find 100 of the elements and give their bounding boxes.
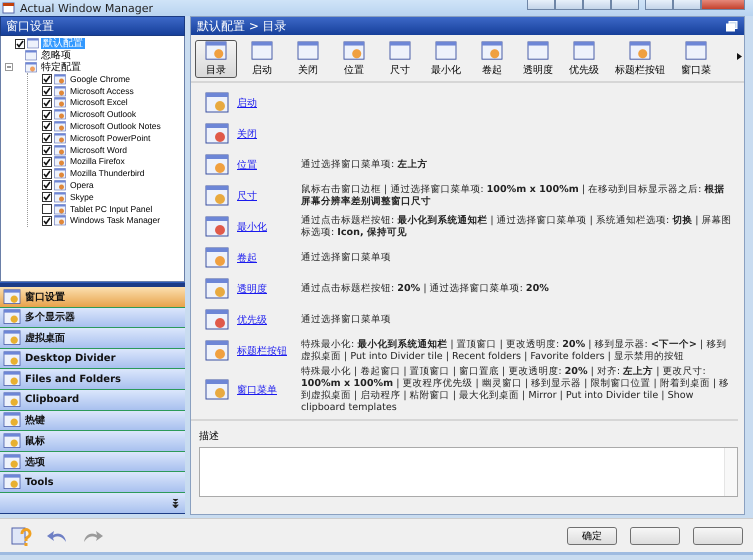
window-icon [481, 41, 503, 61]
window-icon [205, 41, 227, 61]
entry-link[interactable]: 卷起 [237, 250, 301, 264]
nav-item[interactable]: 鼠标 [0, 431, 185, 452]
entry-link[interactable]: 窗口菜单 [237, 383, 301, 397]
tree-item[interactable]: Microsoft Outlook [68, 109, 138, 120]
checkbox[interactable] [42, 192, 52, 202]
checkbox[interactable] [42, 74, 52, 84]
entry-description: 鼠标右击窗口边框 | 通过选择窗口菜单项: 100%m x 100%m | 在移动到目标显示器之后: 根据屏幕分辨率差别调整窗口尺寸 [301, 184, 726, 208]
entry-link[interactable]: 尺寸 [237, 188, 301, 202]
toolbar-button[interactable]: 最小化 [425, 40, 467, 78]
entry-description: 特殊最小化 | 卷起窗口 | 置顶窗口 | 窗口置底 | 更改透明度: 20% | 对齐: 左上方 | 更改尺寸: 100%m x 100%m | 更改程序优先级 | 幽灵窗口 | 移到显示器 | 限制窗口位置 | 附着到桌面 | 移到虚拟桌面 | 启动程序 | 粘附窗口 | 最大化到桌面 | Mirror | Put into Divider tile | Show clipboard templates [301, 366, 730, 414]
title-bar-button[interactable] [611, 0, 639, 10]
entry-description: 通过选择窗口菜单项 [301, 252, 392, 264]
entry-link[interactable]: 透明度 [237, 282, 301, 296]
window-icon [54, 204, 66, 215]
toolbar-button[interactable]: 目录 [195, 40, 237, 78]
tree-item[interactable]: Microsoft PowerPoint [68, 132, 152, 144]
nav-item[interactable]: 虚拟桌面 [0, 328, 185, 349]
checkbox[interactable] [42, 121, 52, 132]
scroll-right-icon[interactable] [737, 53, 742, 60]
toolbar-button[interactable]: 位置 [333, 40, 375, 78]
toolbar-button[interactable]: 优先级 [563, 40, 605, 78]
checkbox[interactable] [42, 110, 52, 120]
window-icon [205, 379, 229, 401]
minimize-button[interactable] [645, 0, 673, 10]
window-icon [629, 41, 651, 61]
toolbar-button[interactable]: 尺寸 [379, 40, 421, 78]
checkbox[interactable] [42, 86, 52, 96]
window-icon [54, 156, 66, 168]
help-icon[interactable] [10, 524, 32, 546]
window-icon [54, 120, 66, 132]
nav-item[interactable]: Clipboard [0, 390, 185, 411]
entry-link[interactable]: 关闭 [237, 126, 301, 140]
toolbar-button[interactable]: 关闭 [287, 40, 329, 78]
nav-item[interactable]: Desktop Divider [0, 348, 185, 370]
entry-description: 通过选择窗口菜单项 [301, 314, 392, 326]
chevron-down-icon[interactable] [172, 498, 179, 508]
nav-item[interactable]: 选项 [0, 452, 185, 472]
tree-item[interactable]: 忽略项 [39, 50, 73, 62]
checkbox[interactable] [42, 145, 52, 156]
tree-item[interactable]: Microsoft Access [68, 86, 136, 97]
checkbox[interactable] [15, 38, 25, 49]
title-bar-button[interactable] [583, 0, 611, 10]
window-icon [25, 50, 37, 62]
entry-link[interactable]: 位置 [237, 158, 301, 172]
nav-item[interactable]: 多个显示器 [0, 308, 185, 328]
toolbar-button[interactable]: 透明度 [517, 40, 559, 78]
checkbox[interactable] [42, 98, 52, 108]
toolbar-button[interactable]: 窗口菜 [675, 40, 717, 78]
tree-item[interactable]: Microsoft Excel [68, 97, 130, 108]
tree-item[interactable]: Mozilla Firefox [68, 156, 127, 168]
breadcrumb: 默认配置 > 目录 [197, 18, 287, 34]
windows-icon[interactable] [726, 20, 738, 32]
collapse-icon[interactable] [5, 63, 13, 72]
dialog-button[interactable] [693, 526, 743, 544]
window-icon [205, 246, 229, 268]
window-icon [3, 330, 21, 346]
entry-link[interactable]: 标题栏按钮 [237, 344, 301, 358]
tree-item[interactable]: Opera [68, 180, 96, 191]
checkbox[interactable] [42, 180, 52, 190]
tree-item[interactable]: Skype [68, 192, 96, 203]
description-field[interactable] [199, 447, 738, 497]
window-icon [25, 62, 37, 73]
ok-button[interactable]: 确定 [567, 526, 617, 544]
tree-item[interactable]: Microsoft Outlook Notes [68, 120, 163, 132]
checkbox[interactable] [42, 216, 52, 226]
tree-item[interactable]: Mozilla Thunderbird [68, 168, 146, 180]
window-icon [205, 308, 229, 330]
checkbox[interactable] [42, 204, 52, 214]
tree-item[interactable]: 特定配置 [39, 62, 83, 73]
tree-item[interactable]: Microsoft Word [68, 144, 129, 156]
checkbox[interactable] [42, 133, 52, 144]
window-icon [54, 97, 66, 108]
title-bar-button[interactable] [555, 0, 583, 10]
toolbar-button[interactable]: 启动 [241, 40, 283, 78]
checkbox[interactable] [42, 156, 52, 167]
checkbox[interactable] [42, 168, 52, 179]
window-icon [297, 41, 319, 61]
entry-link[interactable]: 优先级 [237, 312, 301, 326]
nav-item[interactable]: Tools [0, 472, 185, 493]
toolbar-button[interactable]: 标题栏按钮 [609, 40, 671, 78]
window-title: Actual Window Manager [20, 2, 154, 14]
nav-item[interactable]: Files and Folders [0, 369, 185, 390]
window-icon [54, 215, 66, 226]
dialog-button[interactable] [630, 526, 680, 544]
window-icon [54, 132, 66, 144]
entry-link[interactable]: 启动 [237, 96, 301, 110]
title-bar-button[interactable] [527, 0, 555, 10]
nav-item[interactable]: 窗口设置 [0, 287, 185, 308]
tree-item[interactable]: Windows Task Manager [68, 215, 162, 226]
nav-item[interactable]: 热键 [0, 410, 185, 432]
tree-item[interactable]: Tablet PC Input Panel [68, 204, 154, 215]
entry-description: 通过点击标题栏按钮: 最小化到系统通知栏 | 通过选择窗口菜单项 | 系统通知栏选项: 切换 | 屏幕图标选项: Icon, 保持可见 [301, 214, 733, 238]
entry-link[interactable]: 最小化 [237, 220, 301, 234]
window-icon [3, 412, 21, 428]
window-icon [54, 168, 66, 180]
maximize-button[interactable] [673, 0, 701, 10]
tree-item[interactable]: Google Chrome [68, 74, 132, 85]
toolbar-button[interactable]: 卷起 [471, 40, 513, 78]
